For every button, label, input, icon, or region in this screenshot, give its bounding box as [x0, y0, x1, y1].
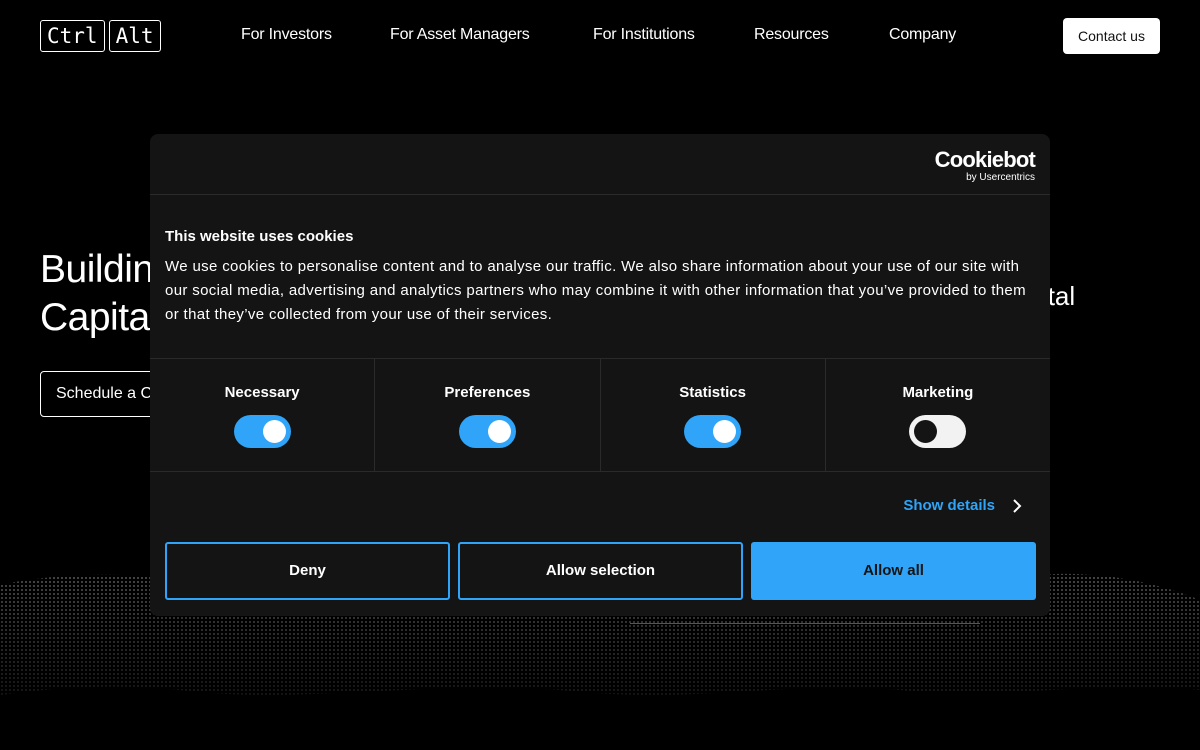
preferences-toggle[interactable] [458, 415, 516, 448]
hero-title: Buildin Capita [40, 246, 154, 342]
necessary-toggle[interactable] [233, 415, 291, 448]
deny-button[interactable]: Deny [165, 542, 450, 600]
cookiebot-brand-sub: by Usercentrics [966, 172, 1035, 183]
cookie-categories: Necessary Preferences Statistics Marketi… [150, 359, 1050, 472]
cookiebot-brand: Cookiebot [934, 147, 1036, 172]
hero-title-line-1: Buildin [40, 248, 154, 291]
category-label: Statistics [679, 384, 746, 401]
marketing-toggle[interactable] [909, 415, 967, 448]
cookiebot-logo[interactable]: Cookiebot by Usercentrics [934, 147, 1036, 184]
nav-for-asset-managers[interactable]: For Asset Managers [390, 26, 530, 44]
consent-buttons: Deny Allow selection Allow all [165, 542, 1036, 600]
nav-for-institutions[interactable]: For Institutions [593, 26, 695, 44]
dialog-heading: This website uses cookies [165, 228, 354, 245]
logo-ctrl: Ctrl [40, 20, 105, 52]
toggle-knob [262, 420, 286, 443]
chevron-right-icon[interactable] [1012, 499, 1022, 513]
category-label: Necessary [224, 384, 300, 401]
allow-all-button[interactable]: Allow all [751, 542, 1036, 600]
toggle-knob [713, 420, 737, 443]
nav-company[interactable]: Company [889, 26, 956, 44]
site-header: Ctrl Alt For Investors For Asset Manager… [0, 0, 1200, 72]
category-marketing: Marketing [826, 359, 1050, 471]
category-statistics: Statistics [601, 359, 826, 471]
category-label: Marketing [902, 384, 974, 401]
contact-us-button[interactable]: Contact us [1063, 18, 1160, 54]
ctrl-alt-logo[interactable]: Ctrl Alt [40, 20, 161, 52]
toggle-knob [914, 420, 938, 443]
dialog-header: Cookiebot by Usercentrics [150, 134, 1050, 195]
details-row: Show details [150, 472, 1050, 540]
logo-alt: Alt [108, 20, 161, 52]
cookie-consent-dialog: Cookiebot by Usercentrics This website u… [150, 134, 1050, 616]
statistics-toggle[interactable] [684, 415, 742, 448]
toggle-knob [487, 420, 511, 443]
category-label: Preferences [444, 384, 531, 401]
dialog-body: This website uses cookies We use cookies… [150, 195, 1050, 359]
nav-for-investors[interactable]: For Investors [241, 26, 332, 44]
nav-resources[interactable]: Resources [754, 26, 829, 44]
category-preferences: Preferences [375, 359, 601, 471]
category-necessary: Necessary [150, 359, 376, 471]
dialog-description: We use cookies to personalise content an… [165, 258, 1026, 323]
hero-title-line-2: Capita [40, 296, 150, 339]
allow-selection-button[interactable]: Allow selection [458, 542, 743, 600]
show-details-link[interactable]: Show details [903, 497, 995, 514]
